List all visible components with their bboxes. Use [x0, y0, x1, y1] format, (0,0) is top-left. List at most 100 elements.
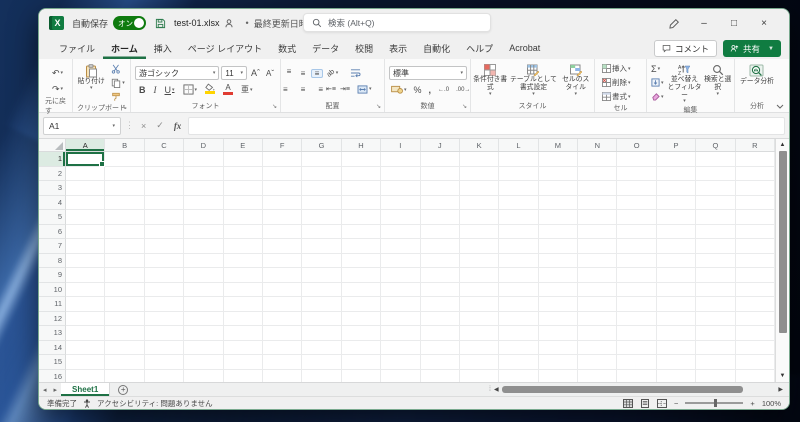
cell-I11[interactable]	[381, 297, 421, 312]
cell-J3[interactable]	[420, 181, 460, 196]
cell-K5[interactable]	[459, 210, 500, 225]
cell-L16[interactable]	[499, 369, 539, 382]
cell-I5[interactable]	[381, 210, 421, 225]
tab-ヘルプ[interactable]: ヘルプ	[458, 37, 501, 59]
cell-C9[interactable]	[144, 268, 185, 283]
cell-O10[interactable]	[617, 282, 657, 297]
data-analysis-button[interactable]: データ分析	[740, 62, 774, 100]
cell-P4[interactable]	[656, 195, 697, 210]
cell-E4[interactable]	[223, 195, 263, 210]
cell-P2[interactable]	[656, 166, 697, 181]
vertical-scrollbar[interactable]: ▲ ▼	[775, 139, 789, 382]
cell-N5[interactable]	[578, 210, 618, 225]
cell-C8[interactable]	[144, 253, 185, 268]
zoom-out-button[interactable]: −	[674, 399, 678, 408]
cell-Q15[interactable]	[696, 355, 736, 370]
cell-L11[interactable]	[499, 297, 539, 312]
cell-H5[interactable]	[341, 210, 382, 225]
cell-N13[interactable]	[578, 326, 618, 341]
column-header-B[interactable]: B	[105, 139, 145, 151]
cell-G14[interactable]	[302, 340, 342, 355]
cell-Q1[interactable]	[696, 152, 736, 167]
paste-button[interactable]: 貼り付け ▾	[76, 62, 106, 103]
cell-J16[interactable]	[420, 369, 460, 382]
cell-M7[interactable]	[538, 239, 579, 254]
decrease-indent-button[interactable]: ⇤≡	[325, 85, 337, 93]
grow-font-button[interactable]: Aˆ	[249, 67, 262, 80]
clear-button[interactable]: ▾	[649, 90, 666, 103]
cell-L6[interactable]	[499, 224, 539, 239]
tab-ホーム[interactable]: ホーム	[103, 37, 146, 59]
cell-H11[interactable]	[341, 297, 382, 312]
cell-C12[interactable]	[144, 311, 185, 326]
cell-F5[interactable]	[262, 210, 303, 225]
cell-I16[interactable]	[381, 369, 421, 382]
cell-H14[interactable]	[341, 340, 382, 355]
row-header-12[interactable]: 12	[39, 311, 66, 326]
cell-R8[interactable]	[735, 253, 776, 268]
cell-O2[interactable]	[617, 166, 657, 181]
column-header-M[interactable]: M	[539, 139, 579, 151]
cell-F6[interactable]	[262, 224, 303, 239]
cell-E2[interactable]	[223, 166, 263, 181]
cell-G13[interactable]	[302, 326, 342, 341]
cell-M5[interactable]	[538, 210, 579, 225]
tab-ページ レイアウト[interactable]: ページ レイアウト	[180, 37, 270, 59]
cell-R11[interactable]	[735, 297, 776, 312]
cell-O6[interactable]	[617, 224, 657, 239]
cell-D4[interactable]	[184, 195, 224, 210]
cell-I9[interactable]	[381, 268, 421, 283]
cell-R7[interactable]	[735, 239, 776, 254]
cell-C2[interactable]	[144, 166, 185, 181]
cell-B4[interactable]	[105, 195, 145, 210]
cell-H10[interactable]	[341, 282, 382, 297]
cell-L9[interactable]	[499, 268, 539, 283]
cell-R14[interactable]	[735, 340, 776, 355]
cell-R15[interactable]	[735, 355, 776, 370]
insert-function-icon[interactable]: fx	[171, 121, 185, 131]
cell-B12[interactable]	[105, 311, 145, 326]
cell-K2[interactable]	[459, 166, 500, 181]
decrease-decimal-button[interactable]: .00→	[454, 83, 472, 96]
cell-O3[interactable]	[617, 181, 657, 196]
tab-数式[interactable]: 数式	[270, 37, 304, 59]
row-header-3[interactable]: 3	[39, 181, 66, 196]
cell-D6[interactable]	[184, 224, 224, 239]
middle-align-button[interactable]: ≡	[297, 69, 309, 78]
cell-E1[interactable]	[223, 152, 263, 167]
cell-F12[interactable]	[262, 311, 303, 326]
column-header-H[interactable]: H	[342, 139, 382, 151]
next-sheet-icon[interactable]: ▸	[54, 386, 58, 394]
tab-ファイル[interactable]: ファイル	[51, 37, 103, 59]
row-header-9[interactable]: 9	[39, 268, 66, 283]
cell-M1[interactable]	[538, 152, 579, 167]
horizontal-scrollbar[interactable]: ⁞ ◀ ▶	[489, 383, 789, 396]
cell-E7[interactable]	[223, 239, 263, 254]
cell-G10[interactable]	[302, 282, 342, 297]
cell-K14[interactable]	[459, 340, 500, 355]
cell-G6[interactable]	[302, 224, 342, 239]
cell-C5[interactable]	[144, 210, 185, 225]
dialog-launcher-icon[interactable]: ↘	[122, 104, 127, 111]
cell-P15[interactable]	[656, 355, 697, 370]
cell-D2[interactable]	[184, 166, 224, 181]
align-left-button[interactable]: ≡	[283, 85, 295, 94]
cell-I3[interactable]	[381, 181, 421, 196]
cell-O5[interactable]	[617, 210, 657, 225]
cell-M15[interactable]	[538, 355, 579, 370]
cell-P3[interactable]	[656, 181, 697, 196]
cell-M10[interactable]	[538, 282, 579, 297]
search-input[interactable]: 検索 (Alt+Q)	[303, 13, 491, 32]
cell-J5[interactable]	[420, 210, 460, 225]
cell-D8[interactable]	[184, 253, 224, 268]
cell-B11[interactable]	[105, 297, 145, 312]
cell-L1[interactable]	[499, 152, 539, 167]
tab-Acrobat[interactable]: Acrobat	[501, 37, 548, 59]
cell-J14[interactable]	[420, 340, 460, 355]
cell-D3[interactable]	[184, 181, 224, 196]
cell-N8[interactable]	[578, 253, 618, 268]
cell-Q9[interactable]	[696, 268, 736, 283]
cell-A2[interactable]	[66, 166, 106, 181]
cell-N12[interactable]	[578, 311, 618, 326]
cell-C7[interactable]	[144, 239, 185, 254]
